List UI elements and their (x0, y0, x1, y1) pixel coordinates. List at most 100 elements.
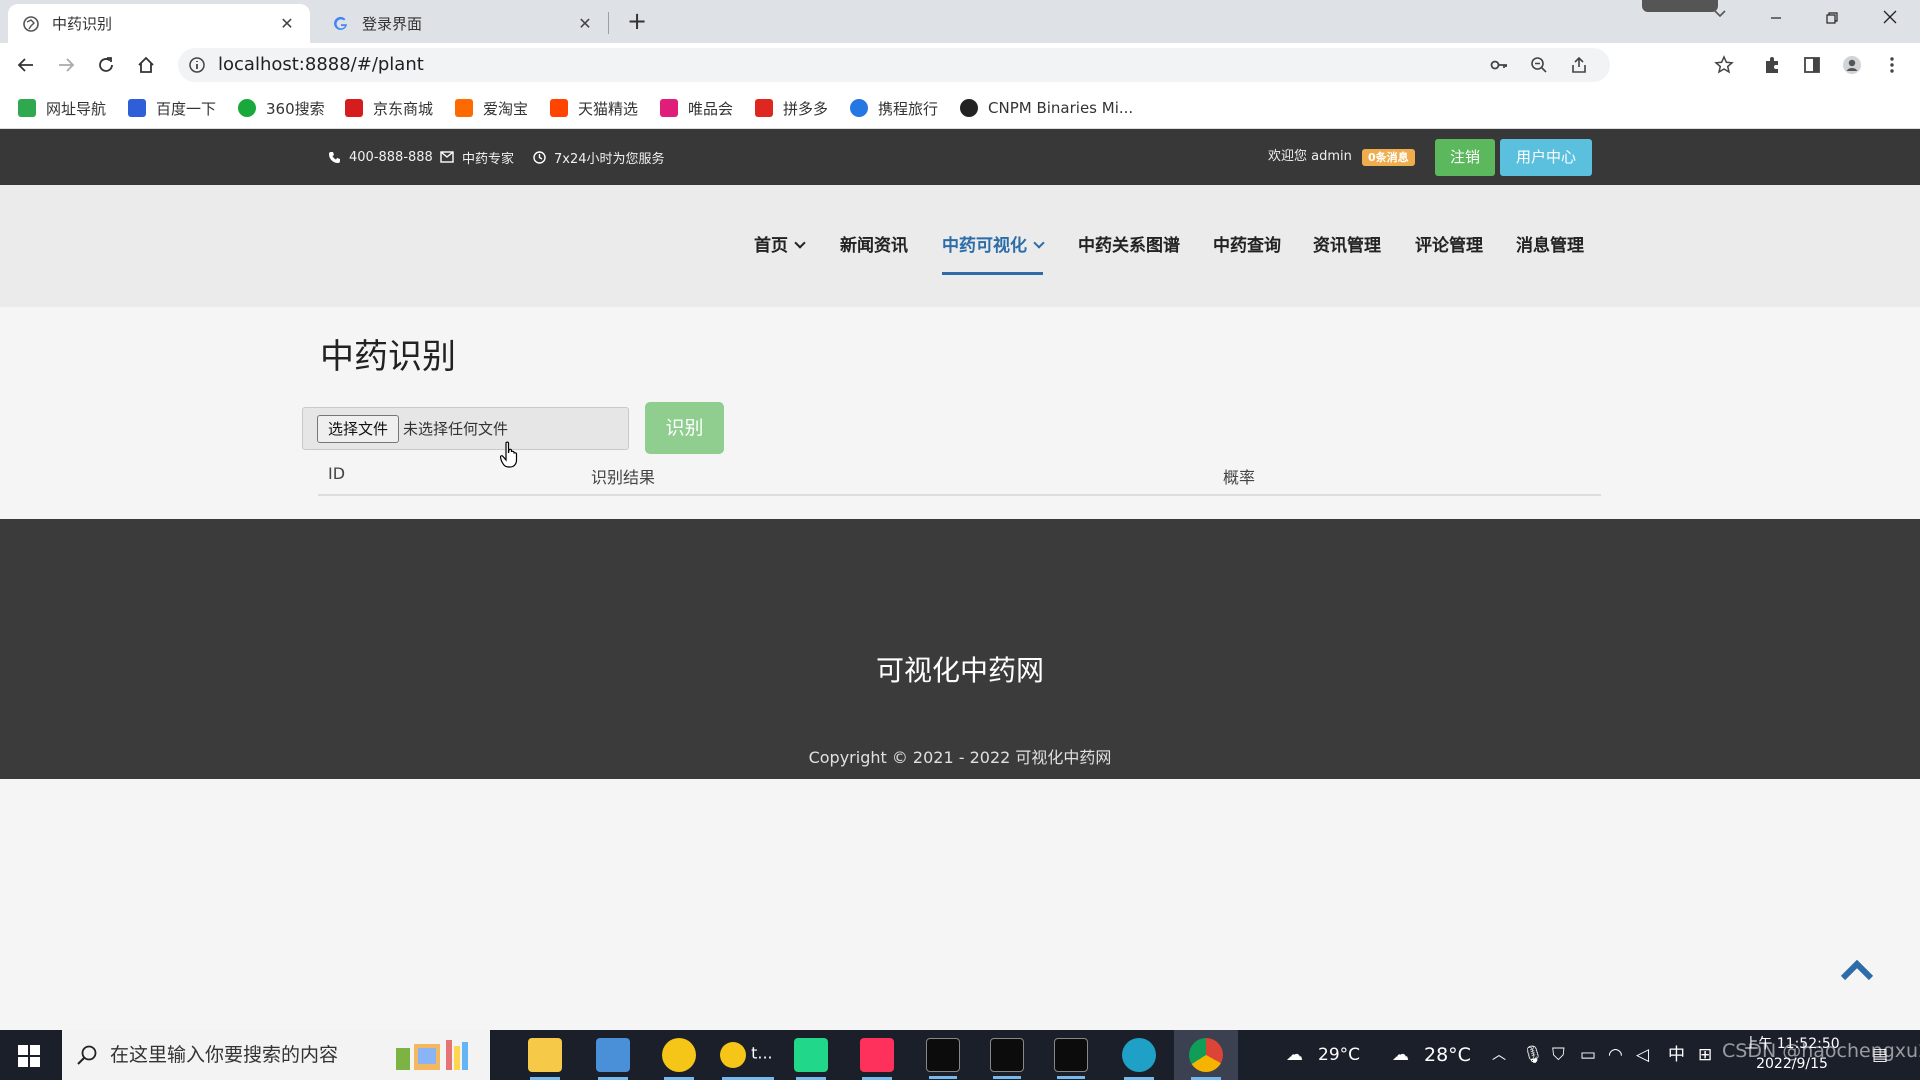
main-navigation: 首页 新闻资讯 中药可视化 中药关系图谱 中药查询 资讯管理 评论管理 消息管理 (0, 185, 1920, 307)
edge-browser-icon[interactable] (1122, 1038, 1156, 1080)
bookmark-label: 网址导航 (46, 99, 107, 118)
bookmark-item[interactable]: 唯品会 (660, 97, 733, 119)
user-center-button[interactable]: 用户中心 (1500, 139, 1592, 176)
bookmark-favicon-icon (238, 99, 256, 117)
recognition-section: 中药识别 选择文件 未选择任何文件 识别 ID 识别结果 概率 (0, 307, 1920, 519)
taskbar-search-placeholder: 在这里输入你要搜索的内容 (110, 1044, 339, 1066)
choose-file-button[interactable]: 选择文件 (317, 415, 399, 443)
battery-icon[interactable]: ▭ (1580, 1030, 1596, 1080)
browser-toolbar: localhost:8888/#/plant (0, 43, 1920, 87)
table-header-result: 识别结果 (591, 468, 656, 487)
more-menu-icon[interactable] (1882, 55, 1902, 75)
remote-desktop-app-icon[interactable] (596, 1038, 630, 1080)
table-header-probability: 概率 (1223, 468, 1256, 487)
close-tab-icon[interactable]: ✕ (576, 14, 594, 33)
tab-login[interactable]: 登录界面 ✕ (318, 4, 608, 43)
site-top-bar: 400-888-888 中药专家 7x24小时为您服务 欢迎您 admin 0条… (0, 129, 1920, 185)
tab-separator (608, 12, 609, 34)
profile-avatar-icon[interactable] (1842, 55, 1862, 75)
nav-label: 资讯管理 (1313, 236, 1381, 256)
bookmark-item[interactable]: 百度一下 (128, 97, 216, 119)
bookmark-item[interactable]: 360搜索 (238, 97, 325, 119)
key-icon[interactable] (1490, 56, 1508, 74)
extensions-icon[interactable] (1762, 55, 1782, 75)
contact-email: 中药专家 (440, 129, 514, 185)
chrome-browser-icon[interactable] (1189, 1038, 1223, 1080)
weather-cloud-icon[interactable]: ☁ (1392, 1030, 1409, 1080)
table-header-id: ID (328, 464, 346, 483)
pycharm-icon[interactable] (794, 1038, 828, 1080)
intellij-icon[interactable] (860, 1038, 894, 1080)
nav-relation-graph[interactable]: 中药关系图谱 (1078, 185, 1180, 307)
tab-plant-recognition[interactable]: 中药识别 ✕ (8, 4, 310, 43)
terminal-icon[interactable] (926, 1038, 960, 1079)
security-shield-icon[interactable]: ⛉ (1552, 1030, 1565, 1080)
phone-number: 400-888-888 (349, 149, 433, 165)
nav-news-management[interactable]: 资讯管理 (1313, 185, 1381, 307)
site-info-icon[interactable] (188, 56, 206, 74)
browser-tab-bar: 中药识别 ✕ 登录界面 ✕ + (0, 0, 1920, 43)
bookmark-item[interactable]: CNPM Binaries Mi... (960, 97, 1133, 119)
bookmark-label: 百度一下 (156, 99, 217, 118)
nav-label: 首页 (754, 236, 788, 256)
volume-icon[interactable]: ◁ (1636, 1030, 1649, 1080)
bookmark-item[interactable]: 天猫精选 (550, 97, 638, 119)
address-url: localhost:8888/#/plant (218, 54, 424, 75)
close-window-button[interactable] (1862, 0, 1918, 38)
contact-phone: 400-888-888 (328, 129, 433, 185)
nav-label: 新闻资讯 (840, 236, 908, 256)
zoom-out-icon[interactable] (1530, 56, 1548, 74)
reload-icon[interactable] (90, 49, 122, 81)
bookmark-item[interactable]: 携程旅行 (850, 97, 938, 119)
nav-label: 中药查询 (1213, 236, 1281, 256)
new-tab-button[interactable]: + (622, 6, 652, 36)
nav-home[interactable]: 首页 (754, 185, 806, 307)
bookmark-favicon-icon (755, 99, 773, 117)
message-count-badge[interactable]: 0条消息 (1362, 149, 1415, 166)
back-arrow-icon[interactable] (10, 49, 42, 81)
nav-visualization[interactable]: 中药可视化 (942, 185, 1045, 307)
side-panel-icon[interactable] (1802, 55, 1822, 75)
bookmark-label: 京东商城 (373, 99, 434, 118)
address-bar[interactable]: localhost:8888/#/plant (178, 48, 1610, 82)
forward-arrow-icon[interactable] (50, 49, 82, 81)
nav-herb-search[interactable]: 中药查询 (1213, 185, 1281, 307)
weather-cloud-icon[interactable]: ☁ (1286, 1030, 1303, 1080)
tab-search-chevron-icon[interactable] (1705, 6, 1735, 32)
taskbar-search-box[interactable]: 在这里输入你要搜索的内容 (62, 1030, 490, 1080)
file-explorer-icon[interactable] (528, 1038, 562, 1080)
bookmark-label: 天猫精选 (578, 99, 639, 118)
wifi-icon[interactable]: ◠ (1608, 1030, 1623, 1080)
chevron-down-icon (1033, 237, 1045, 249)
bookmark-item[interactable]: 爱淘宝 (455, 97, 528, 119)
windows-start-icon[interactable] (18, 1045, 40, 1067)
home-icon[interactable] (130, 49, 162, 81)
keyboard-layout-icon[interactable]: ⊞ (1698, 1030, 1712, 1080)
recognize-button[interactable]: 识别 (645, 402, 724, 454)
nav-message-management[interactable]: 消息管理 (1516, 185, 1584, 307)
bookmark-item[interactable]: 京东商城 (345, 97, 433, 119)
service-label: 7x24小时为您服务 (554, 151, 665, 167)
nav-news[interactable]: 新闻资讯 (840, 185, 908, 307)
terminal-icon[interactable] (1054, 1038, 1088, 1079)
media-player-app-icon[interactable] (662, 1038, 696, 1080)
bookmark-star-icon[interactable] (1578, 56, 1596, 74)
minimize-window-button[interactable] (1748, 0, 1804, 38)
bookmark-item[interactable]: 网址导航 (18, 97, 106, 119)
bookmark-label: 拼多多 (783, 99, 829, 118)
nav-comment-management[interactable]: 评论管理 (1415, 185, 1483, 307)
logout-button[interactable]: 注销 (1435, 139, 1495, 176)
terminal-icon[interactable] (990, 1038, 1024, 1079)
microphone-icon[interactable]: 🎙 (1522, 1030, 1544, 1080)
bookmark-label: 携程旅行 (878, 99, 939, 118)
back-to-top-icon[interactable] (1840, 958, 1874, 982)
chat-app-button[interactable]: t... (720, 1038, 776, 1080)
bookmark-item[interactable]: 拼多多 (755, 97, 828, 119)
ime-indicator[interactable]: 中 (1668, 1030, 1685, 1080)
close-tab-icon[interactable]: ✕ (278, 14, 296, 33)
tray-overflow-chevron-icon[interactable]: ︿ (1492, 1030, 1506, 1080)
windows-taskbar: 在这里输入你要搜索的内容 t... ☁ 29°C ☁ 28°C ︿ 🎙 ⛉ ▭ … (0, 1030, 1920, 1080)
bookmark-star-icon[interactable] (1714, 55, 1734, 75)
restore-window-button[interactable] (1804, 0, 1860, 38)
file-upload-input[interactable]: 选择文件 未选择任何文件 (302, 407, 629, 450)
